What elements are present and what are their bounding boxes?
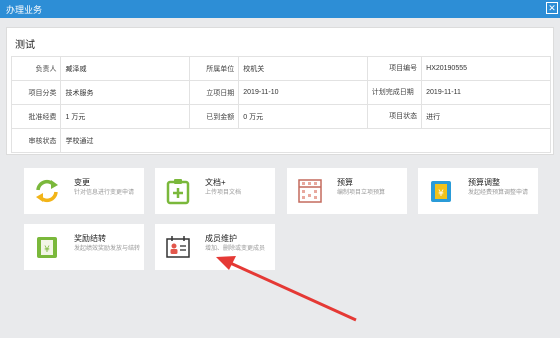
reward-card[interactable]: ¥ 奖励结转 发起绩效奖励发放与结转 [24,224,144,270]
window-title: 办理业务 [6,5,43,15]
label-category: 项目分类 [10,80,62,105]
svg-text:¥: ¥ [44,245,50,255]
value-start-date: 2019-11-10 [238,80,368,105]
value-category: 技术服务 [60,80,190,105]
member-card[interactable]: 成员维护 增加、删除或变更成员 [155,224,275,270]
close-icon[interactable]: ✕ [546,2,558,14]
card-desc: 编制项目立项预算 [337,190,386,196]
value-unit: 校机关 [238,56,368,81]
label-leader: 负责人 [10,56,62,81]
label-review-status: 审核状态 [10,128,62,153]
label-received-amount: 已到金额 [188,104,240,129]
change-card[interactable]: 变更 针对信息进行变更申请 [24,168,144,214]
document-add-card[interactable]: 文档+ 上传项目文档 [155,168,275,214]
value-project-status: 进行 [421,104,551,129]
card-desc: 上传项目文档 [205,190,242,196]
table-row: 审核状态 学校通过 [10,128,551,153]
reward-icon: ¥ [32,232,62,262]
card-title: 奖励结转 [74,234,106,243]
document-add-icon [163,176,193,206]
card-title: 预算 [337,178,353,187]
card-desc: 增加、删除或变更成员 [205,246,266,252]
card-desc: 发起经费预算调整申请 [468,190,529,196]
svg-text:¥: ¥ [438,189,444,199]
label-plan-date: 计划完成日期 [366,80,423,105]
value-received-amount: 0 万元 [238,104,368,129]
table-row: 项目分类 技术服务 立项日期 2019-11-10 计划完成日期 2019-11… [10,80,551,105]
label-approved-funds: 批准经费 [10,104,62,129]
value-leader: 臧泽威 [60,56,190,81]
label-project-status: 项目状态 [366,104,423,129]
card-desc: 发起绩效奖励发放与结转 [74,246,141,252]
window-titlebar: 办理业务 ✕ [0,0,560,18]
refresh-icon [32,176,62,206]
card-desc: 针对信息进行变更申请 [74,190,135,196]
label-project-no: 项目编号 [366,56,423,81]
member-card-icon [163,232,193,262]
value-approved-funds: 1 万元 [60,104,190,129]
table-row: 批准经费 1 万元 已到金额 0 万元 项目状态 进行 [10,104,551,129]
project-title: 测试 [15,40,35,51]
value-project-no: HX20190555 [421,56,551,81]
card-title: 变更 [74,178,90,187]
project-info-panel: 测试 负责人 臧泽威 所属单位 校机关 项目编号 HX20190555 项目分类… [6,27,554,155]
abacus-icon [295,176,325,206]
card-title: 文档+ [205,178,226,187]
budget-adjust-icon: ¥ [426,176,456,206]
card-title: 成员维护 [205,234,237,243]
value-plan-date: 2019-11-11 [421,80,551,105]
card-title: 预算调整 [468,178,500,187]
project-info-table: 负责人 臧泽威 所属单位 校机关 项目编号 HX20190555 项目分类 技术… [10,56,551,153]
budget-adjust-card[interactable]: ¥ 预算调整 发起经费预算调整申请 [418,168,538,214]
label-unit: 所属单位 [188,56,240,81]
label-start-date: 立项日期 [188,80,240,105]
table-row: 负责人 臧泽威 所属单位 校机关 项目编号 HX20190555 [10,56,551,81]
value-review-status: 学校通过 [60,128,551,153]
budget-card[interactable]: 预算 编制项目立项预算 [287,168,407,214]
